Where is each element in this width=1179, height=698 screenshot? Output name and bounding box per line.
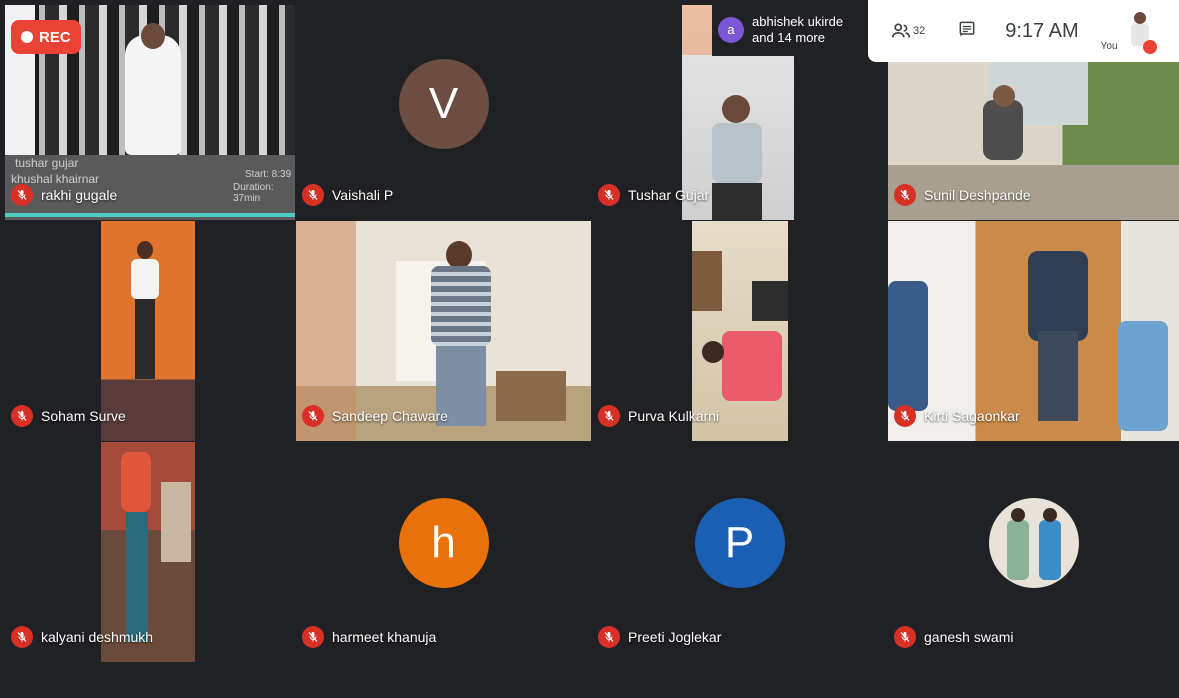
participant-name-row: harmeet khanuja	[302, 626, 436, 648]
avatar-letter: V	[428, 78, 459, 128]
mic-off-icon	[11, 626, 33, 648]
people-count: 32	[913, 25, 926, 37]
participant-name: Sunil Deshpande	[924, 187, 1031, 203]
rec-label: REC	[39, 28, 71, 46]
participant-name-row: Tushar Gujar	[598, 184, 709, 206]
mic-off-icon	[894, 626, 916, 648]
mic-off-icon	[302, 626, 324, 648]
participant-name-row: Sunil Deshpande	[894, 184, 1031, 206]
mic-off-icon	[894, 405, 916, 427]
participant-name: ganesh swami	[924, 629, 1014, 645]
participant-name: Soham Surve	[41, 408, 126, 424]
notice-line-2: and 14 more	[752, 30, 825, 45]
participant-tile-harmeet[interactable]: h harmeet khanuja	[296, 442, 591, 662]
participant-name-row: rakhi gugale	[11, 184, 117, 206]
recording-indicator: REC	[11, 20, 81, 54]
people-button[interactable]: 32	[890, 20, 925, 42]
participant-tile-preeti[interactable]: P Preeti Joglekar	[592, 442, 887, 662]
mic-off-icon	[302, 405, 324, 427]
participant-name-row: ganesh swami	[894, 626, 1014, 648]
participant-name: Sandeep Chaware	[332, 408, 448, 424]
avatar: P	[694, 498, 785, 588]
profile-photo-avatar	[988, 498, 1079, 588]
clock: 9:17 AM	[1005, 19, 1079, 42]
video-grid: tushar gujar khushal khairnar Start: 8:3…	[5, 5, 1179, 662]
avatar-letter: h	[431, 518, 456, 567]
participant-name-row: Purva Kulkarni	[598, 405, 719, 427]
participant-name-row: Preeti Joglekar	[598, 626, 721, 648]
participant-name: kalyani deshmukh	[41, 629, 154, 645]
participant-tile-vaishali[interactable]: V Vaishali P	[296, 5, 591, 220]
avatar: V	[398, 58, 489, 149]
participant-name-row: Sandeep Chaware	[302, 405, 448, 427]
notice-avatar-letter: a	[727, 22, 735, 37]
mic-off-icon	[598, 626, 620, 648]
participant-name: harmeet khanuja	[332, 629, 437, 645]
overlay-start: Start: 8:39	[245, 169, 292, 180]
participant-tile-kirti[interactable]: Kirti Sagaonkar	[888, 221, 1179, 441]
record-dot-icon	[21, 31, 33, 43]
participant-name: Vaishali P	[332, 187, 394, 203]
participant-name-row: kalyani deshmukh	[11, 626, 153, 648]
self-view-thumbnail[interactable]: You	[1101, 4, 1157, 58]
notice-avatar: a	[718, 17, 744, 43]
participant-name-row: Soham Surve	[11, 405, 126, 427]
overlay-duration: Duration: 37min	[233, 182, 274, 204]
participant-name: Kirti Sagaonkar	[924, 408, 1020, 424]
mic-off-icon	[11, 184, 33, 206]
participant-tile-ganesh[interactable]: ganesh swami	[888, 442, 1179, 662]
mic-off-icon	[11, 405, 33, 427]
mic-off-icon	[302, 184, 324, 206]
participant-tile-soham[interactable]: Soham Surve	[5, 221, 295, 441]
participant-name-row: Vaishali P	[302, 184, 393, 206]
participant-name: rakhi gugale	[41, 187, 118, 203]
people-icon	[891, 23, 911, 38]
mic-off-icon	[598, 405, 620, 427]
overlay-name-1: tushar gujar	[15, 156, 79, 170]
self-label: You	[1100, 41, 1118, 52]
participant-name-row: Kirti Sagaonkar	[894, 405, 1020, 427]
top-right-bar: 32 9:17 AM You	[868, 0, 1179, 62]
notice-line-1: abhishek ukirde	[752, 14, 844, 29]
mic-off-icon	[598, 184, 620, 206]
participant-tile-sandeep[interactable]: Sandeep Chaware	[296, 221, 591, 441]
avatar-letter: P	[724, 518, 755, 567]
chat-button[interactable]	[957, 19, 977, 44]
participant-name: Preeti Joglekar	[628, 629, 722, 645]
participant-name: Purva Kulkarni	[628, 408, 720, 424]
avatar: h	[398, 498, 489, 588]
participant-tile-rakhi[interactable]: tushar gujar khushal khairnar Start: 8:3…	[5, 5, 295, 220]
chat-icon	[959, 21, 975, 36]
self-mic-off-icon	[1142, 40, 1157, 54]
participant-notice[interactable]: a abhishek ukirde and 14 more	[712, 4, 868, 56]
notice-text: abhishek ukirde and 14 more	[752, 14, 843, 46]
participant-tile-kalyani[interactable]: kalyani deshmukh	[5, 442, 295, 662]
participant-tile-purva[interactable]: Purva Kulkarni	[592, 221, 887, 441]
participant-name: Tushar Gujar	[628, 187, 710, 203]
mic-off-icon	[894, 184, 916, 206]
